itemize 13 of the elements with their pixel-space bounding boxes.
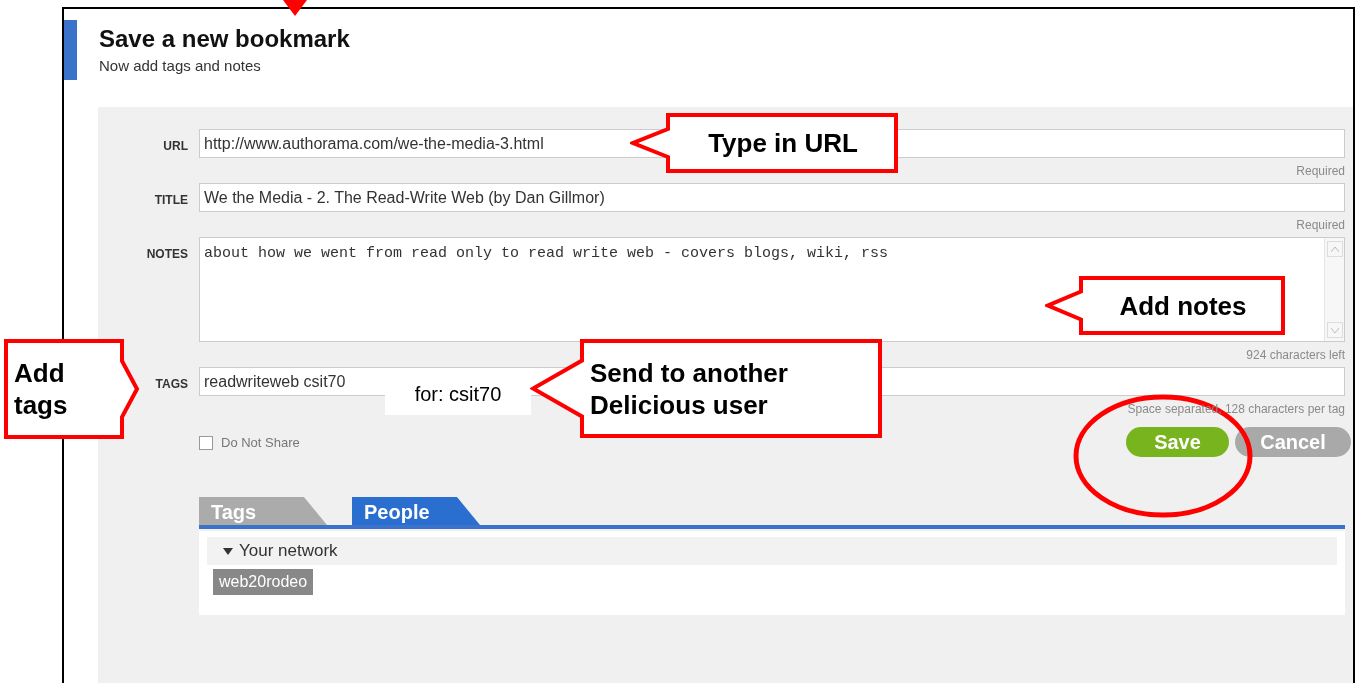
field-hint: Required xyxy=(1296,216,1345,234)
page-subtitle: Now add tags and notes xyxy=(99,56,262,76)
checkbox-label: Do Not Share xyxy=(221,434,300,452)
field-label: NOTES xyxy=(146,246,188,261)
field-label: TITLE xyxy=(154,192,188,207)
callout-text: Add tags xyxy=(14,357,69,421)
callout-text: Add notes xyxy=(1119,289,1247,322)
field-label: TAGS xyxy=(155,376,188,391)
callout-text: Type in URL xyxy=(708,127,858,159)
page-title: Save a new bookmark xyxy=(99,24,350,54)
field-hint: 924 characters left xyxy=(1246,346,1345,364)
field-label: URL xyxy=(163,138,188,153)
field-hint: Required xyxy=(1296,162,1345,180)
